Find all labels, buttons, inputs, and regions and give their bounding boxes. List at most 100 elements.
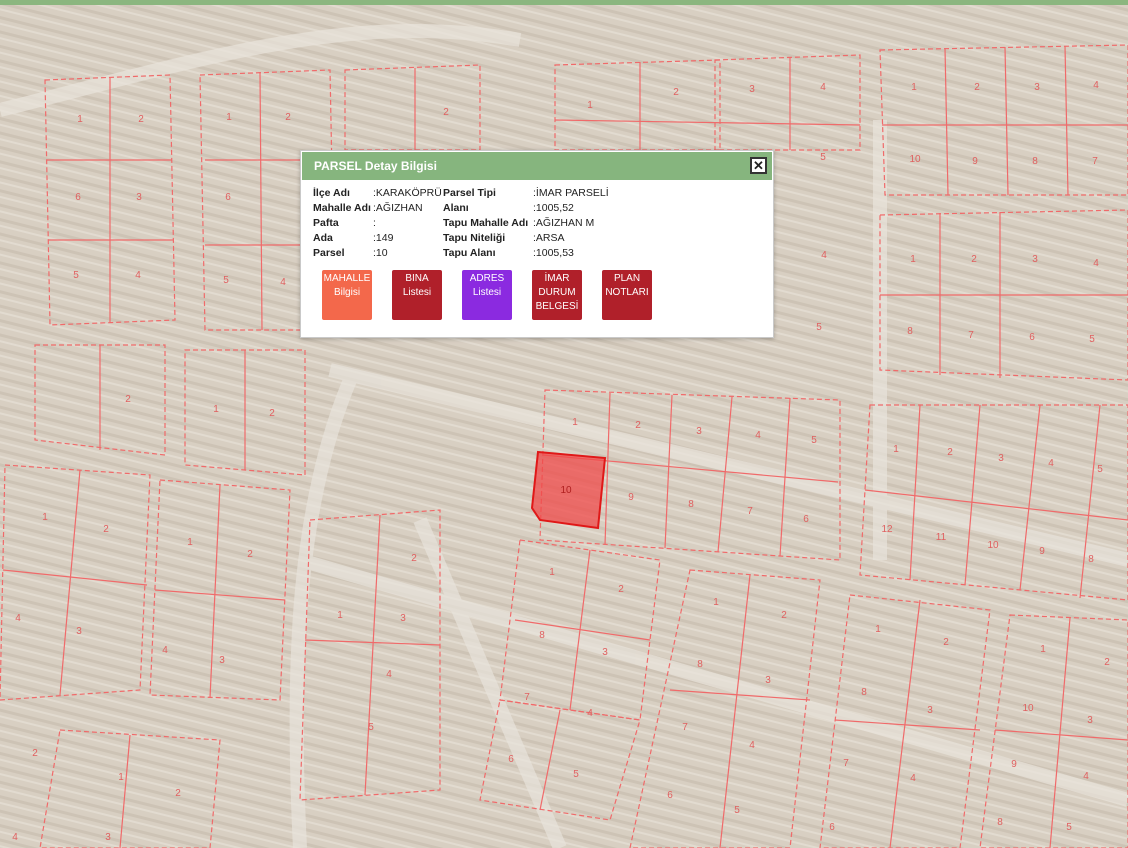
- parcel-number-label: 4: [1083, 771, 1089, 782]
- parcel-number-label: 1: [1040, 644, 1046, 655]
- parcel-number-label: 5: [811, 435, 817, 446]
- parcel-number-label: 5: [1097, 464, 1103, 475]
- parcel-number-label: 3: [219, 655, 225, 666]
- field-parsel-tipi: Parsel Tipi:İMAR PARSELİ: [443, 187, 609, 199]
- parcel-number-label: 4: [910, 773, 916, 784]
- parcel-number-label: 4: [755, 430, 761, 441]
- parcel-number-label: 1: [337, 610, 343, 621]
- parcel-number-label: 8: [907, 326, 913, 337]
- parcel-number-label: 3: [696, 426, 702, 437]
- parcel-number-label: 2: [943, 637, 949, 648]
- parcel-number-label: 1: [713, 597, 719, 608]
- parcel-number-label: 8: [861, 687, 867, 698]
- parcel-number-label: 2: [175, 788, 181, 799]
- selected-parcel-label: 10: [560, 485, 572, 496]
- map-canvas[interactable]: 10 1 2 3 4 5 6 1 2 6 5 4 2 1 2 3 4 5 1 2 3 4 10 9 8 7 1 2 3 4 8 7 6 5 4 5 2…: [0, 5, 1128, 848]
- parcel-number-label: 1: [226, 112, 232, 123]
- parcel-number-label: 6: [667, 790, 673, 801]
- parcel-number-label: 2: [443, 107, 449, 118]
- parcel-number-label: 11: [936, 532, 947, 543]
- parcel-number-label: 4: [12, 832, 18, 843]
- parcel-number-label: 5: [573, 769, 579, 780]
- parcel-number-label: 2: [285, 112, 291, 123]
- parcel-number-label: 9: [1039, 546, 1045, 557]
- parcel-number-label: 10: [1022, 703, 1034, 714]
- parcel-number-label: 7: [524, 692, 530, 703]
- parcel-number-label: 7: [843, 758, 849, 769]
- parcel-number-label: 3: [136, 192, 142, 203]
- popup-title: PARSEL Detay Bilgisi: [314, 159, 437, 173]
- parcel-number-label: 2: [411, 553, 417, 564]
- field-tapu-alani: Tapu Alanı:1005,53: [443, 247, 574, 259]
- parcel-number-label: 6: [75, 192, 81, 203]
- parcel-number-label: 8: [1088, 554, 1094, 565]
- parcel-number-label: 1: [910, 254, 916, 265]
- parcel-number-label: 3: [602, 647, 608, 658]
- parcel-number-label: 2: [125, 394, 131, 405]
- field-mahalle: Mahalle Adı:AĞIZHAN: [313, 202, 423, 214]
- imar-durum-belgesi-button[interactable]: İMAR DURUM BELGESİ: [532, 270, 582, 320]
- parcel-number-label: 1: [875, 624, 881, 635]
- parcel-number-label: 3: [1034, 82, 1040, 93]
- parcel-number-label: 1: [213, 404, 219, 415]
- parcel-number-label: 1: [42, 512, 48, 523]
- parcel-number-label: 3: [76, 626, 82, 637]
- parcel-number-label: 2: [947, 447, 953, 458]
- parcel-number-label: 6: [803, 514, 809, 525]
- parcel-number-label: 7: [747, 506, 753, 517]
- field-parsel: Parsel:10: [313, 247, 388, 259]
- parcel-number-label: 3: [765, 675, 771, 686]
- parcel-number-label: 2: [781, 610, 787, 621]
- field-ada: Ada:149: [313, 232, 394, 244]
- plan-notlari-button[interactable]: PLAN NOTLARI: [602, 270, 652, 320]
- parcel-number-label: 9: [1011, 759, 1017, 770]
- parcel-number-label: 8: [1032, 156, 1038, 167]
- parcel-number-label: 2: [673, 87, 679, 98]
- parcel-number-label: 2: [32, 748, 38, 759]
- parcel-number-label: 8: [539, 630, 545, 641]
- parcel-number-label: 8: [997, 817, 1003, 828]
- parcel-number-label: 4: [821, 250, 827, 261]
- parcel-number-label: 5: [73, 270, 79, 281]
- parcel-number-label: 1: [911, 82, 917, 93]
- parcel-number-label: 4: [135, 270, 141, 281]
- parcel-number-label: 4: [386, 669, 392, 680]
- mahalle-bilgisi-button[interactable]: MAHALLE Bilgisi: [322, 270, 372, 320]
- parcel-number-label: 2: [974, 82, 980, 93]
- parcel-number-label: 5: [820, 152, 826, 163]
- parcel-number-label: 4: [820, 82, 826, 93]
- parcel-number-label: 3: [1032, 254, 1038, 265]
- parcel-number-label: 4: [587, 708, 593, 719]
- parcel-number-label: 5: [223, 275, 229, 286]
- field-pafta: Pafta:: [313, 217, 376, 229]
- parcel-number-label: 4: [1093, 80, 1099, 91]
- parcel-number-label: 4: [1048, 458, 1054, 469]
- parcel-number-label: 4: [162, 645, 168, 656]
- parcel-number-label: 3: [400, 613, 406, 624]
- parcel-number-label: 6: [508, 754, 514, 765]
- field-tapu-niteligi: Tapu Niteliği:ARSA: [443, 232, 565, 244]
- parcel-number-label: 2: [1104, 657, 1110, 668]
- parcel-number-label: 3: [105, 832, 111, 843]
- parcel-number-label: 2: [618, 584, 624, 595]
- parcel-number-label: 4: [280, 277, 286, 288]
- bina-listesi-button[interactable]: BINA Listesi: [392, 270, 442, 320]
- parcel-number-label: 4: [1093, 258, 1099, 269]
- parcel-number-label: 2: [138, 114, 144, 125]
- field-alani: Alanı:1005,52: [443, 202, 574, 214]
- parcel-number-label: 4: [749, 740, 755, 751]
- parcel-number-label: 12: [881, 524, 893, 535]
- parcel-number-label: 9: [628, 492, 634, 503]
- parcel-number-label: 8: [697, 659, 703, 670]
- parcel-number-label: 10: [987, 540, 999, 551]
- close-button[interactable]: ✕: [750, 157, 767, 174]
- parcel-number-label: 7: [682, 722, 688, 733]
- left-fields: İlçe Adı:KARAKÖPRÜ Mahalle Adı:AĞIZHAN P…: [313, 186, 442, 261]
- parcel-number-label: 1: [77, 114, 83, 125]
- parcel-number-label: 2: [247, 549, 253, 560]
- field-ilce: İlçe Adı:KARAKÖPRÜ: [313, 187, 442, 199]
- parcel-number-label: 1: [187, 537, 193, 548]
- adres-listesi-button[interactable]: ADRES Listesi: [462, 270, 512, 320]
- parcel-number-label: 5: [816, 322, 822, 333]
- parcel-number-label: 1: [893, 444, 899, 455]
